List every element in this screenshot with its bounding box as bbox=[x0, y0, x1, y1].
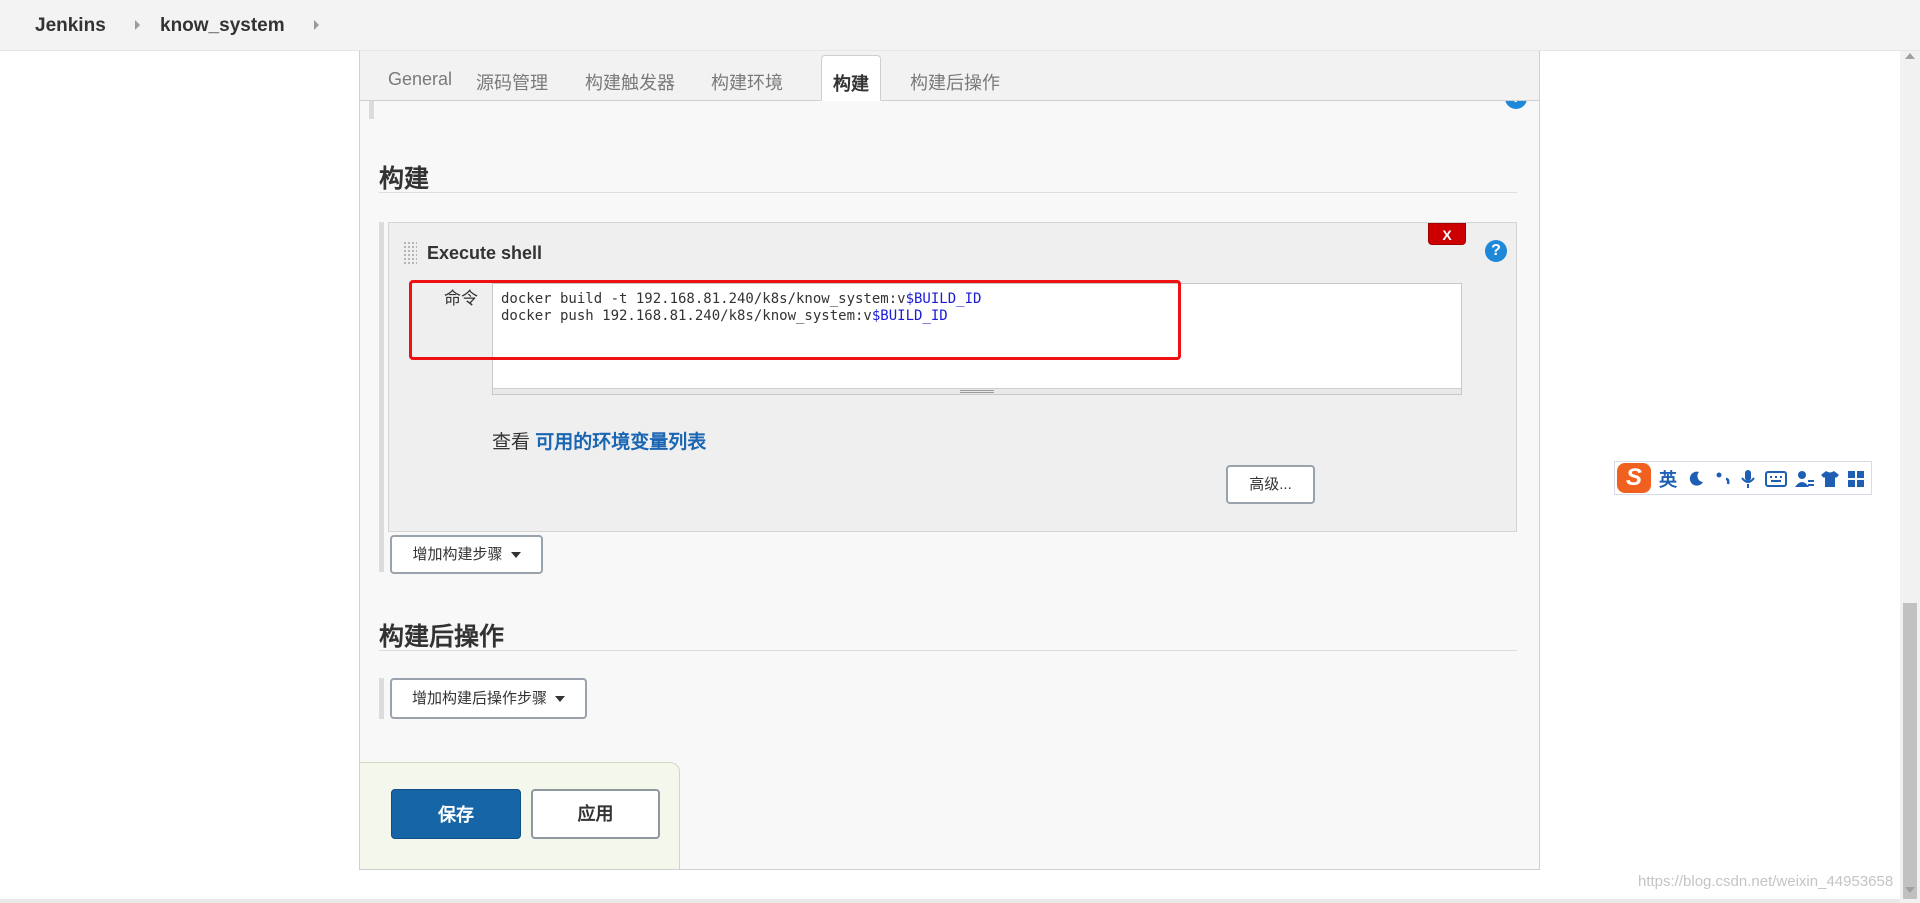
help-icon[interactable]: ? bbox=[1485, 240, 1507, 262]
add-post-build-step-label: 增加构建后操作步骤 bbox=[411, 690, 547, 707]
breadcrumb-jenkins[interactable]: Jenkins bbox=[35, 15, 106, 37]
config-tab-bar: General 源码管理 构建触发器 构建环境 构建 构建后操作 bbox=[360, 51, 1539, 101]
sogou-logo-icon[interactable]: S bbox=[1617, 463, 1651, 493]
scroll-up-arrow-icon[interactable] bbox=[1905, 53, 1915, 59]
job-config-panel: General 源码管理 构建触发器 构建环境 构建 构建后操作 ? 构建 Ex… bbox=[359, 51, 1540, 870]
caret-down-icon bbox=[555, 696, 565, 703]
form-actions-bar: 保存 应用 bbox=[360, 762, 680, 869]
breadcrumb-arrow-icon[interactable] bbox=[314, 20, 319, 30]
env-vars-line: 查看 可用的环境变量列表 bbox=[492, 427, 706, 454]
ime-toolbar: S 英 bbox=[1614, 461, 1872, 495]
apply-button[interactable]: 应用 bbox=[531, 789, 660, 839]
caret-down-icon bbox=[510, 552, 521, 559]
divider bbox=[379, 192, 1517, 193]
divider bbox=[379, 650, 1517, 651]
page-scrollbar[interactable] bbox=[1900, 51, 1920, 903]
keyboard-icon[interactable] bbox=[1765, 470, 1787, 488]
tab-build-environment[interactable]: 构建环境 bbox=[708, 55, 786, 101]
save-button[interactable]: 保存 bbox=[391, 789, 521, 839]
ime-mode-english[interactable]: 英 bbox=[1659, 466, 1677, 492]
add-build-step-label: 增加构建步骤 bbox=[412, 546, 503, 563]
drag-handle-icon[interactable] bbox=[403, 241, 417, 265]
add-build-step-button[interactable]: 增加构建步骤 bbox=[390, 535, 543, 574]
window-bottom-edge bbox=[0, 899, 1900, 903]
step-title: Execute shell bbox=[427, 243, 543, 263]
moon-icon[interactable] bbox=[1687, 470, 1705, 488]
add-post-build-step-button[interactable]: 增加构建后操作步骤 bbox=[390, 678, 587, 719]
section-stripe bbox=[379, 678, 384, 719]
microphone-icon[interactable] bbox=[1739, 469, 1757, 489]
scroll-down-arrow-icon[interactable] bbox=[1905, 887, 1915, 893]
breadcrumb-job[interactable]: know_system bbox=[160, 15, 285, 37]
post-build-section-title: 构建后操作 bbox=[379, 623, 505, 651]
env-prefix: 查看 bbox=[492, 432, 536, 453]
grid-menu-icon[interactable] bbox=[1847, 470, 1865, 488]
tab-general[interactable]: General bbox=[384, 55, 456, 101]
delete-step-button[interactable]: X bbox=[1428, 223, 1466, 245]
breadcrumb-arrow-icon[interactable] bbox=[135, 20, 140, 30]
section-stripe bbox=[379, 222, 384, 572]
punctuation-icon[interactable] bbox=[1714, 470, 1732, 488]
grip-icon bbox=[960, 390, 994, 393]
watermark: https://blog.csdn.net/weixin_44953658 bbox=[1638, 873, 1894, 890]
section-stripe bbox=[369, 101, 374, 119]
scrollbar-thumb[interactable] bbox=[1903, 603, 1917, 899]
build-section-title: 构建 bbox=[379, 165, 430, 193]
tab-build-triggers[interactable]: 构建触发器 bbox=[582, 55, 678, 101]
shirt-icon[interactable] bbox=[1820, 469, 1840, 489]
tab-build[interactable]: 构建 bbox=[821, 55, 881, 101]
tab-source-control[interactable]: 源码管理 bbox=[472, 55, 552, 101]
advanced-button[interactable]: 高级... bbox=[1226, 465, 1315, 504]
user-skin-icon[interactable] bbox=[1793, 469, 1815, 489]
execute-shell-step: Execute shell X ? 命令 docker build -t 192… bbox=[388, 222, 1517, 532]
highlight-annotation bbox=[409, 280, 1181, 360]
env-vars-link[interactable]: 可用的环境变量列表 bbox=[535, 432, 706, 453]
textarea-resize-handle[interactable] bbox=[493, 388, 1461, 394]
tab-post-build[interactable]: 构建后操作 bbox=[906, 55, 1004, 101]
breadcrumb-bar: Jenkins know_system bbox=[0, 0, 1920, 51]
